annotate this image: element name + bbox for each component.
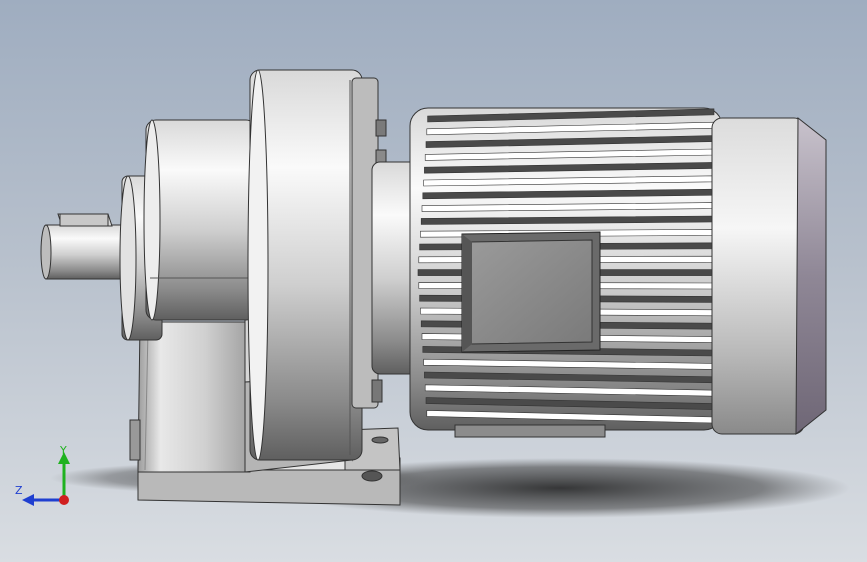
z-arrow-icon [22, 494, 34, 506]
motor-end-bell[interactable] [711, 117, 805, 435]
gear-motor-model[interactable] [0, 0, 867, 562]
gearbox-stage-1[interactable] [143, 119, 257, 321]
terminal-box[interactable] [461, 231, 601, 353]
cad-viewport[interactable]: Y Z [0, 0, 867, 562]
x-axis-icon [59, 495, 69, 505]
output-shaft[interactable] [40, 213, 131, 280]
fan-cover[interactable] [795, 116, 827, 436]
axis-triad [22, 452, 70, 506]
z-axis-label: Z [15, 484, 23, 497]
gearbox-stage-2[interactable] [247, 69, 379, 461]
motor-foot [454, 424, 606, 438]
y-axis-label: Y [60, 444, 67, 457]
